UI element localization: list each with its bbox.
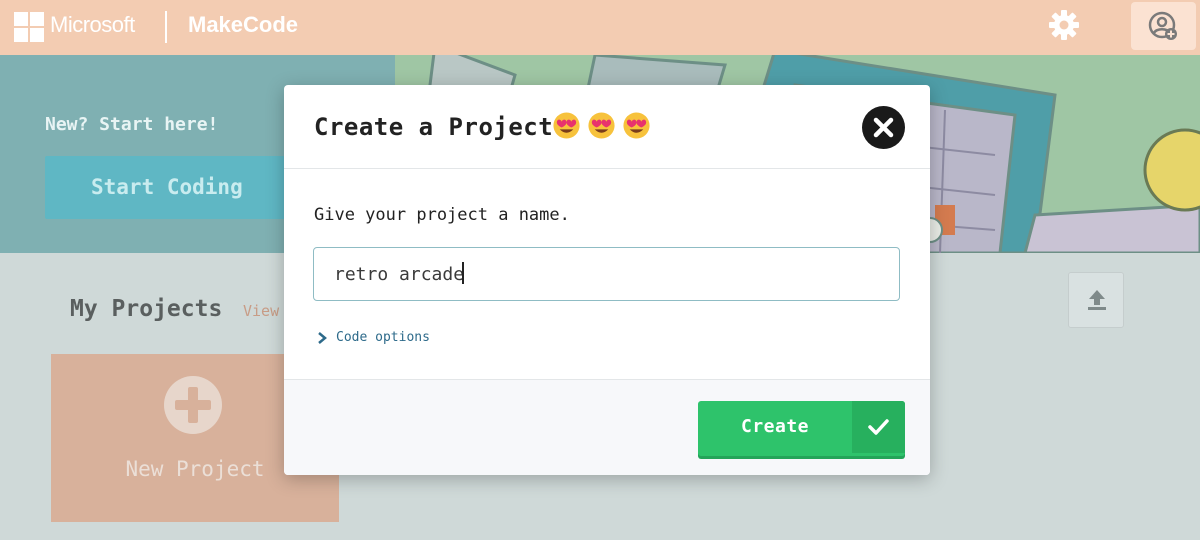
start-coding-button[interactable]: Start Coding	[45, 156, 285, 219]
gear-icon[interactable]	[1047, 8, 1081, 42]
heart-eyes-emoji-icon	[553, 112, 580, 139]
top-bar: Microsoft MakeCode	[0, 0, 1200, 55]
name-prompt: Give your project a name.	[314, 205, 570, 225]
heart-eyes-emoji-icon	[588, 112, 615, 139]
brand-divider	[165, 11, 167, 43]
import-button[interactable]	[1068, 272, 1124, 328]
project-name-input[interactable]	[313, 247, 900, 301]
dialog-footer: Create	[284, 379, 930, 475]
my-projects-title: My Projects	[70, 296, 223, 322]
create-button[interactable]: Create	[698, 401, 905, 456]
user-menu-button[interactable]	[1131, 2, 1196, 50]
heart-eyes-emoji-icon	[623, 112, 650, 139]
makecode-label[interactable]: MakeCode	[188, 12, 298, 38]
hero-new-label: New? Start here!	[45, 114, 219, 135]
upload-icon	[1088, 290, 1106, 310]
view-all-link[interactable]: View	[243, 302, 279, 320]
microsoft-logo-icon	[14, 12, 44, 42]
dialog-title: Create a Project	[314, 113, 554, 141]
create-check-area	[852, 401, 905, 453]
close-icon	[873, 117, 894, 138]
chevron-right-icon	[318, 331, 327, 344]
code-options-label: Code options	[336, 330, 430, 345]
text-caret	[462, 262, 464, 284]
heart-eyes-emojis	[552, 111, 651, 140]
check-icon	[868, 419, 889, 435]
create-project-dialog: Create a Project Give your project a nam…	[284, 85, 930, 475]
code-options-toggle[interactable]: Code options	[316, 330, 430, 345]
microsoft-label: Microsoft	[50, 12, 135, 37]
plus-icon	[164, 376, 222, 434]
create-button-label: Create	[740, 416, 810, 437]
dialog-header: Create a Project	[284, 85, 930, 169]
close-button[interactable]	[862, 106, 905, 149]
user-add-icon	[1148, 11, 1177, 40]
